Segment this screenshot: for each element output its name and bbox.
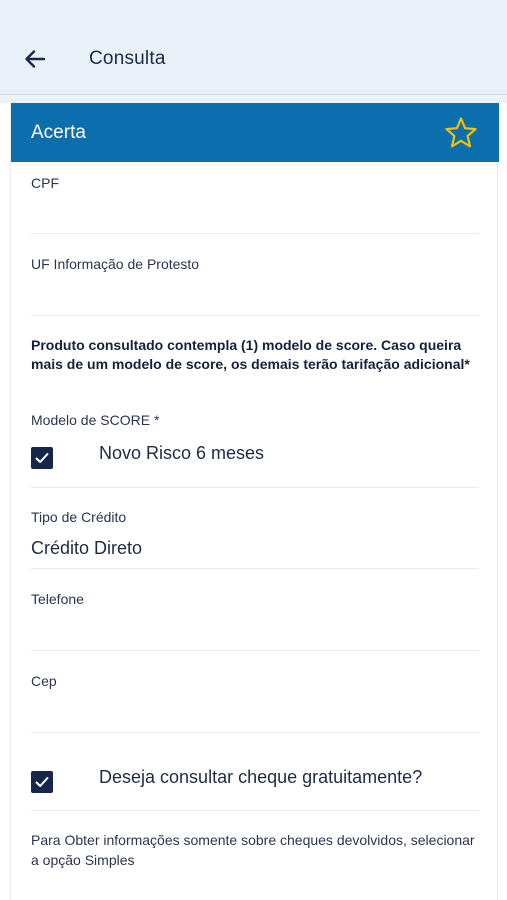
cpf-label: CPF <box>31 175 59 191</box>
score-model-option-label[interactable]: Novo Risco 6 meses <box>99 443 264 464</box>
cep-divider <box>31 732 479 733</box>
cheque-divider <box>31 810 479 811</box>
checkmark-icon <box>35 453 49 463</box>
score-notice: Produto consultado contempla (1) modelo … <box>31 337 470 372</box>
credit-type-divider <box>31 568 479 569</box>
uf-protesto-divider <box>31 315 479 316</box>
cpf-divider <box>31 233 479 234</box>
credit-type-select[interactable]: Crédito Direto <box>31 538 142 559</box>
app-bar: Consulta <box>0 0 507 95</box>
favorite-button[interactable] <box>443 115 479 151</box>
card-title: Acerta <box>31 122 86 143</box>
telefone-label: Telefone <box>31 591 84 607</box>
credit-type-label: Tipo de Crédito <box>31 509 127 525</box>
score-model-divider <box>31 487 479 488</box>
header-separator <box>0 95 507 103</box>
back-button[interactable] <box>22 46 48 72</box>
star-outline-icon <box>445 117 477 148</box>
checkmark-icon <box>35 777 49 787</box>
query-form-card: Acerta CPF UF Informação de Protesto Pro… <box>10 103 499 900</box>
telefone-input[interactable] <box>31 611 479 647</box>
uf-protesto-label: UF Informação de Protesto <box>31 256 200 272</box>
arrow-left-icon <box>25 50 46 68</box>
cpf-input[interactable] <box>31 195 479 231</box>
score-model-label: Modelo de SCORE * <box>31 412 160 428</box>
cheque-help-text: Para Obter informações somente sobre che… <box>31 832 475 868</box>
cep-input[interactable] <box>31 693 479 729</box>
telefone-divider <box>31 650 479 651</box>
uf-protesto-input[interactable] <box>31 276 479 312</box>
cep-label: Cep <box>31 673 57 689</box>
score-model-checkbox[interactable] <box>31 447 53 469</box>
cheque-checkbox[interactable] <box>31 771 53 793</box>
cheque-option-label[interactable]: Deseja consultar cheque gratuitamente? <box>99 767 422 788</box>
card-header: Acerta <box>11 103 499 162</box>
page-title: Consulta <box>89 48 166 69</box>
